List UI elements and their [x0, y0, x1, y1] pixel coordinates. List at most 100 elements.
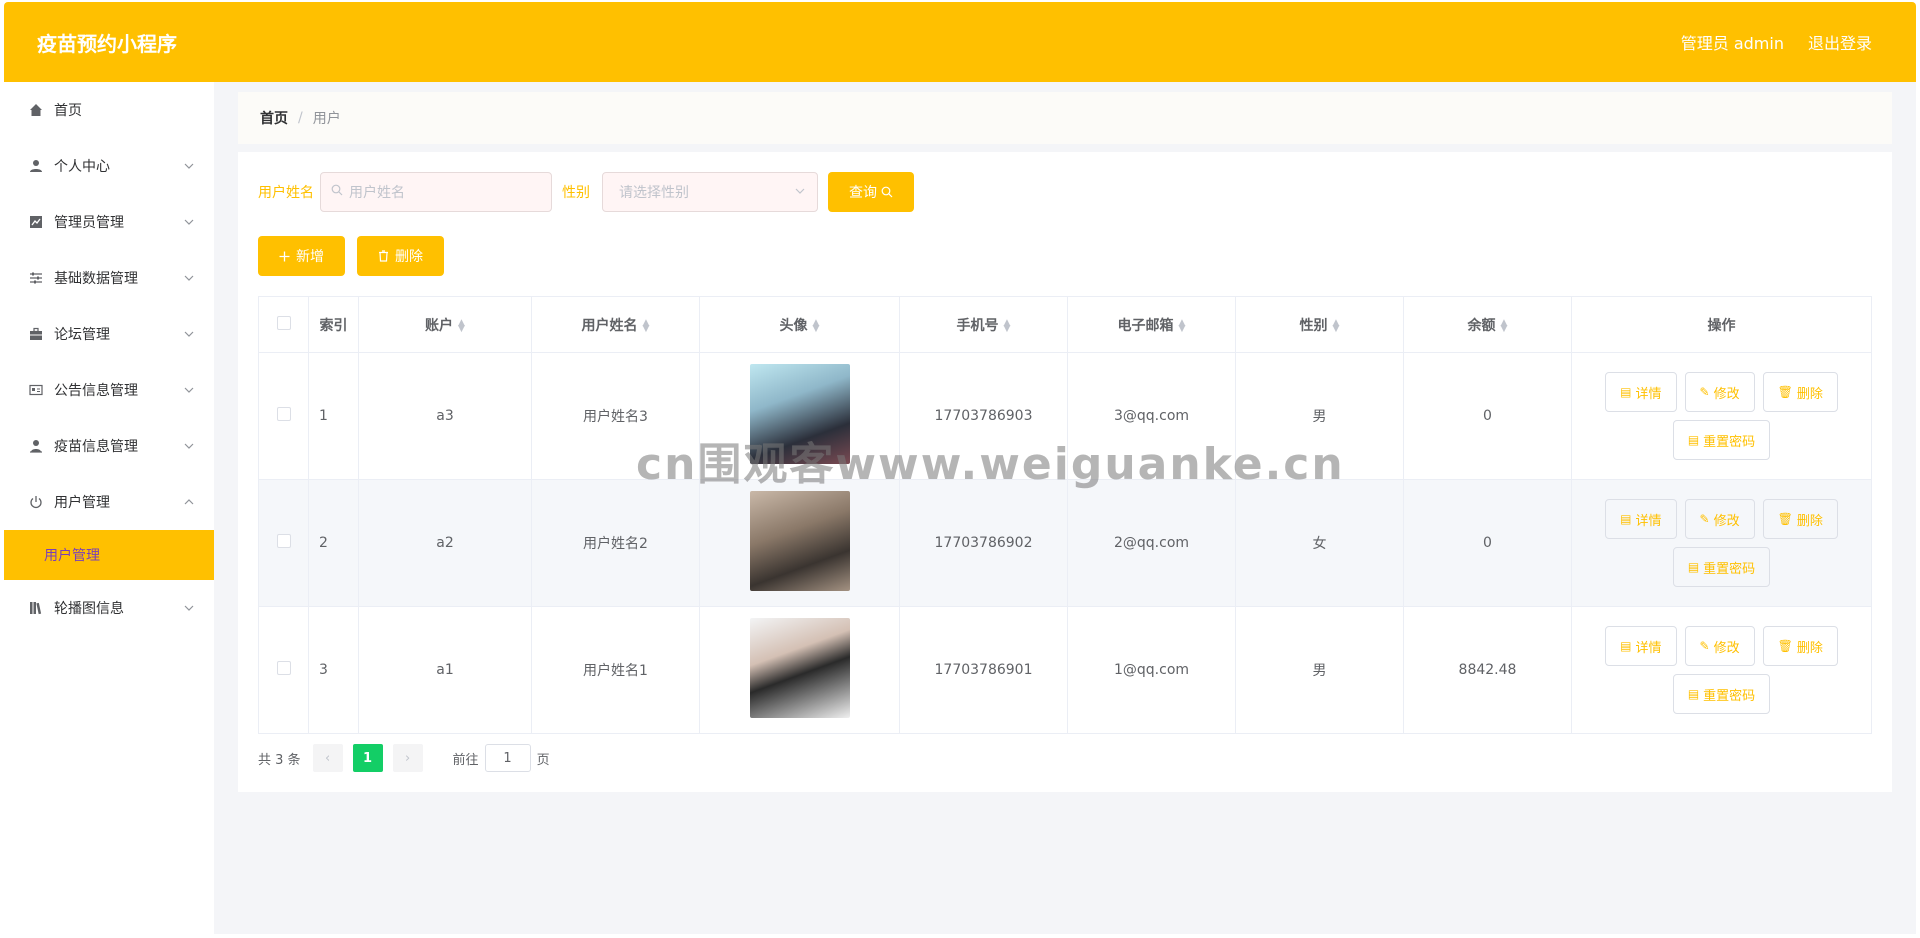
page-jump: 前往 1 页: [453, 744, 550, 772]
edit-label: 修改: [1713, 386, 1740, 402]
edit-button[interactable]: ✎ 修改: [1684, 626, 1755, 666]
reset-password-button[interactable]: ▤ 重置密码: [1672, 547, 1771, 587]
logout-button[interactable]: 退出登录: [1808, 30, 1872, 54]
sliders-icon: [28, 270, 44, 286]
cell-index: 2: [308, 479, 359, 607]
sort-icon[interactable]: ▲ ▼: [813, 318, 820, 333]
sidebar-item-admin[interactable]: 管理员管理: [4, 194, 214, 250]
select-all-checkbox[interactable]: [276, 315, 291, 330]
table-row: 3 a1 用户姓名1 17703786901 1@qq.com 男 8842.4…: [258, 606, 1872, 734]
delete-button[interactable]: 🗑 删除: [1762, 626, 1838, 666]
chevron-down-icon: [184, 329, 194, 339]
col-avatar-label: 头像: [779, 317, 808, 334]
goto-label: 前往: [452, 752, 479, 768]
breadcrumb-separator: /: [298, 110, 303, 126]
trash-icon: 🗑: [1777, 512, 1793, 526]
cell-balance: 0: [1403, 479, 1572, 607]
sort-icon[interactable]: ▲ ▼: [1179, 318, 1186, 333]
reset-label: 重置密码: [1703, 561, 1756, 577]
col-account[interactable]: 账户 ▲ ▼: [358, 296, 532, 353]
chevron-down-icon: [184, 441, 194, 451]
sort-icon[interactable]: ▲ ▼: [643, 318, 650, 333]
col-gender-label: 性别: [1299, 317, 1328, 334]
page-number-current[interactable]: 1: [352, 744, 383, 772]
edit-icon: ✎: [1699, 385, 1710, 399]
cell-account: a1: [358, 606, 532, 734]
reset-password-button[interactable]: ▤ 重置密码: [1672, 420, 1771, 460]
action-bar: 新增 删除: [258, 236, 444, 276]
edit-button[interactable]: ✎ 修改: [1684, 372, 1755, 412]
document-icon: ▤: [1620, 385, 1632, 399]
row-checkbox[interactable]: [276, 407, 291, 421]
header-actions: 管理员 admin 退出登录: [1681, 30, 1872, 54]
sidebar-item-vaccine[interactable]: 疫苗信息管理: [4, 418, 214, 474]
sort-icon[interactable]: ▲ ▼: [458, 318, 465, 333]
sidebar-item-carousel[interactable]: 轮播图信息: [4, 580, 214, 636]
page-suffix: 页: [536, 752, 550, 768]
sidebar-item-label: 公告信息管理: [54, 383, 138, 399]
sidebar-item-basedata[interactable]: 基础数据管理: [4, 250, 214, 306]
name-label: 用户姓名: [258, 185, 314, 201]
col-name[interactable]: 用户姓名 ▲ ▼: [531, 296, 700, 353]
sidebar-item-personal[interactable]: 个人中心: [4, 138, 214, 194]
sort-icon[interactable]: ▲ ▼: [1004, 318, 1011, 333]
sidebar-item-forum[interactable]: 论坛管理: [4, 306, 214, 362]
user-table: 索引 账户 ▲ ▼ 用户姓名 ▲ ▼ 头像 ▲ ▼ 手机号 ▲ ▼ 电子邮箱 ▲ ▼ 性别 ▲ ▼ 余额…: [258, 296, 1872, 734]
cell-avatar: [699, 606, 900, 734]
table-header-row: 索引 账户 ▲ ▼ 用户姓名 ▲ ▼ 头像 ▲ ▼ 手机号 ▲ ▼ 电子邮箱 ▲ ▼ 性别 ▲ ▼ 余额…: [258, 296, 1872, 353]
col-balance[interactable]: 余额 ▲ ▼: [1403, 296, 1572, 353]
sidebar-subitem-user-management[interactable]: 用户管理: [4, 530, 214, 580]
query-button[interactable]: 查询: [828, 172, 914, 212]
col-phone[interactable]: 手机号 ▲ ▼: [899, 296, 1068, 353]
col-gender[interactable]: 性别 ▲ ▼: [1235, 296, 1404, 353]
table-row: 2 a2 用户姓名2 17703786902 2@qq.com 女 0 ▤ 详情 …: [258, 479, 1872, 607]
reset-label: 重置密码: [1703, 434, 1756, 450]
document-icon: ▤: [1620, 639, 1632, 653]
col-name-label: 用户姓名: [581, 317, 638, 334]
delete-button[interactable]: 🗑 删除: [1762, 372, 1838, 412]
cell-operations: ▤ 详情 ✎ 修改 🗑 删除 ▤ 重置密码: [1571, 479, 1872, 607]
total-count: 共 3 条: [258, 752, 301, 768]
breadcrumb-home[interactable]: 首页: [260, 108, 288, 128]
avatar[interactable]: [749, 491, 850, 591]
sort-icon[interactable]: ▲ ▼: [1501, 318, 1508, 333]
detail-label: 详情: [1635, 513, 1662, 529]
chevron-down-icon: [184, 385, 194, 395]
chevron-down-icon: [184, 217, 194, 227]
detail-button[interactable]: ▤ 详情: [1605, 626, 1677, 666]
delete-button[interactable]: 🗑 删除: [1762, 499, 1838, 539]
row-select-cell: [258, 479, 309, 607]
col-account-label: 账户: [425, 317, 454, 334]
prev-page-button[interactable]: ‹: [312, 744, 343, 772]
cell-account: a2: [358, 479, 532, 607]
breadcrumb: 首页 / 用户: [238, 92, 1892, 144]
edit-button[interactable]: ✎ 修改: [1684, 499, 1755, 539]
batch-delete-button[interactable]: 删除: [357, 236, 444, 276]
goto-input[interactable]: 1: [484, 744, 531, 772]
edit-icon: ✎: [1699, 639, 1710, 653]
cell-gender: 女: [1235, 479, 1404, 607]
avatar[interactable]: [749, 618, 850, 718]
col-email[interactable]: 电子邮箱 ▲ ▼: [1067, 296, 1236, 353]
trash-icon: [378, 250, 389, 262]
admin-label[interactable]: 管理员 admin: [1681, 30, 1784, 54]
name-search-input[interactable]: 用户姓名: [320, 172, 552, 212]
add-button[interactable]: 新增: [258, 236, 345, 276]
operations-group: ▤ 详情 ✎ 修改 🗑 删除 ▤ 重置密码: [1572, 499, 1871, 587]
sidebar-item-home[interactable]: 首页: [4, 82, 214, 138]
next-page-button[interactable]: ›: [392, 744, 423, 772]
gender-select[interactable]: 请选择性别: [602, 172, 818, 212]
sort-icon[interactable]: ▲ ▼: [1333, 318, 1340, 333]
cell-balance: 8842.48: [1403, 606, 1572, 734]
col-avatar[interactable]: 头像 ▲ ▼: [699, 296, 900, 353]
chevron-down-icon: [184, 273, 194, 283]
row-checkbox[interactable]: [276, 661, 291, 675]
chevron-down-icon: [184, 161, 194, 171]
cell-account: a3: [358, 352, 532, 480]
reset-password-button[interactable]: ▤ 重置密码: [1672, 674, 1771, 714]
detail-button[interactable]: ▤ 详情: [1605, 372, 1677, 412]
detail-button[interactable]: ▤ 详情: [1605, 499, 1677, 539]
sidebar-item-notice[interactable]: 公告信息管理: [4, 362, 214, 418]
sidebar-item-users[interactable]: 用户管理: [4, 474, 214, 530]
row-checkbox[interactable]: [276, 534, 291, 548]
